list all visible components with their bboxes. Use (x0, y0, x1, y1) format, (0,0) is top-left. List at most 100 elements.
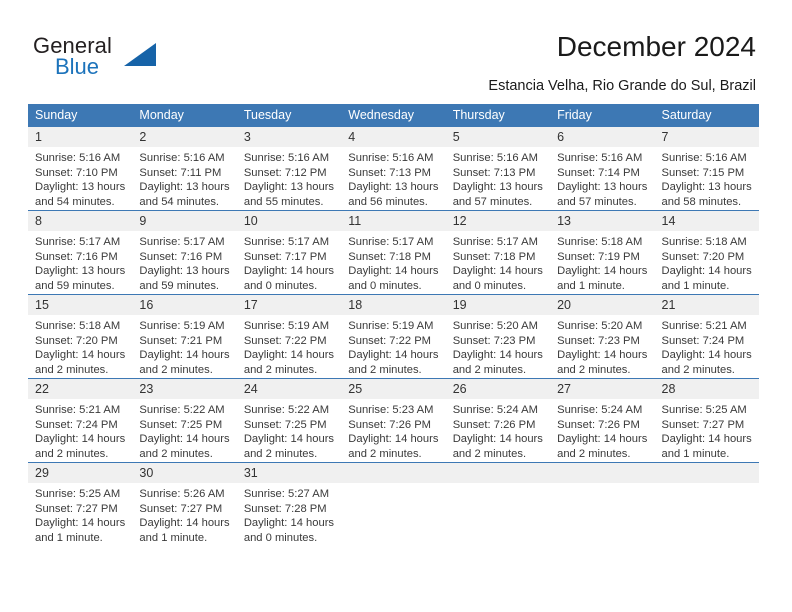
daylight-text-line2: and 57 minutes. (452, 195, 533, 208)
triangle-flag-icon (124, 43, 156, 66)
sunrise-text: Sunrise: 5:16 AM (348, 152, 434, 164)
daylight-text-line1: Daylight: 14 hours (139, 517, 230, 530)
calendar-day-cell[interactable]: 2 Sunrise: 5:16 AM Sunset: 7:11 PM Daylight… (132, 127, 237, 211)
daylight-text-line2: and 2 minutes. (243, 363, 318, 376)
calendar-day-cell[interactable]: 5 Sunrise: 5:16 AM Sunset: 7:13 PM Daylight… (445, 127, 551, 211)
daylight-text-line2: and 2 minutes. (139, 447, 213, 460)
daylight-text-line2: and 54 minutes. (35, 195, 115, 208)
sunset-text: Sunset: 7:26 PM (452, 418, 536, 431)
calendar-day-cell[interactable]: 11 Sunrise: 5:17 AM Sunset: 7:18 PM Dayligh… (341, 210, 446, 295)
calendar-day-cell[interactable]: 13 Sunrise: 5:18 AM Sunset: 7:19 PM Dayligh… (550, 210, 655, 295)
daylight-text-line1: Daylight: 13 hours (557, 181, 648, 194)
daylight-text-line1: Daylight: 14 hours (348, 265, 439, 278)
calendar-day-cell[interactable]: 1 Sunrise: 5:16 AM Sunset: 7:10 PM Daylight… (28, 127, 133, 211)
calendar-day-cell[interactable]: 8 Sunrise: 5:17 AM Sunset: 7:16 PM Daylight… (28, 210, 133, 295)
calendar-day-cell[interactable]: 30 Sunrise: 5:26 AM Sunset: 7:27 PM Dayligh… (132, 462, 237, 546)
daylight-text-line1: Daylight: 14 hours (348, 349, 439, 362)
daylight-text-line1: Daylight: 14 hours (139, 349, 230, 362)
day-number: 26 (452, 382, 467, 396)
calendar-day-cell[interactable]: 12 Sunrise: 5:17 AM Sunset: 7:18 PM Dayligh… (445, 210, 551, 295)
sunset-text: Sunset: 7:26 PM (348, 418, 431, 431)
calendar-day-cell[interactable]: 14 Sunrise: 5:18 AM Sunset: 7:20 PM Dayligh… (654, 210, 759, 295)
sunrise-text: Sunrise: 5:21 AM (661, 320, 747, 332)
calendar-day-cell[interactable]: 22 Sunrise: 5:21 AM Sunset: 7:24 PM Dayligh… (28, 378, 133, 463)
daylight-text-line2: and 2 minutes. (557, 447, 631, 460)
brand-logo[interactable]: General Blue (33, 33, 233, 85)
daylight-text-line1: Daylight: 13 hours (243, 181, 335, 194)
sunrise-text: Sunrise: 5:18 AM (557, 236, 643, 248)
calendar-day-cell[interactable]: 28 Sunrise: 5:25 AM Sunset: 7:27 PM Dayligh… (654, 378, 759, 463)
day-number: 27 (557, 382, 572, 396)
calendar-day-cell[interactable]: 24 Sunrise: 5:22 AM Sunset: 7:25 PM Dayligh… (236, 378, 342, 463)
calendar-day-cell[interactable]: 19 Sunrise: 5:20 AM Sunset: 7:23 PM Dayligh… (445, 294, 551, 379)
calendar-day-cell[interactable]: 20 Sunrise: 5:20 AM Sunset: 7:23 PM Dayligh… (550, 294, 655, 379)
calendar-day-cell[interactable]: 27 Sunrise: 5:24 AM Sunset: 7:26 PM Dayligh… (550, 378, 655, 463)
daylight-text-line2: and 1 minute. (661, 447, 730, 460)
sunrise-text: Sunrise: 5:19 AM (139, 320, 225, 332)
sunset-text: Sunset: 7:23 PM (452, 334, 536, 347)
day-number: 12 (452, 214, 467, 228)
calendar-day-cell[interactable]: 18 Sunrise: 5:19 AM Sunset: 7:22 PM Dayligh… (341, 294, 446, 379)
sunset-text: Sunset: 7:13 PM (348, 166, 431, 179)
sunrise-sunset-calendar: Sunday Monday Tuesday Wednesday Thursday… (28, 104, 759, 546)
calendar-day-cell[interactable]: 23 Sunrise: 5:22 AM Sunset: 7:25 PM Dayligh… (132, 378, 237, 463)
daylight-text-line1: Daylight: 13 hours (452, 181, 543, 194)
sunrise-text: Sunrise: 5:16 AM (35, 152, 121, 164)
daylight-text-line1: Daylight: 14 hours (661, 433, 752, 446)
calendar-day-cell[interactable]: 3 Sunrise: 5:16 AM Sunset: 7:12 PM Daylight… (236, 127, 342, 211)
daylight-text-line2: and 2 minutes. (243, 447, 318, 460)
calendar-week-row: 29 Sunrise: 5:25 AM Sunset: 7:27 PM Dayligh… (28, 462, 759, 546)
daylight-text-line2: and 2 minutes. (139, 363, 213, 376)
calendar-day-cell[interactable]: 29 Sunrise: 5:25 AM Sunset: 7:27 PM Dayligh… (28, 462, 133, 546)
sunrise-text: Sunrise: 5:19 AM (243, 320, 330, 332)
calendar-day-cell[interactable]: 4 Sunrise: 5:16 AM Sunset: 7:13 PM Daylight… (341, 127, 446, 211)
daylight-text-line1: Daylight: 14 hours (35, 433, 126, 446)
daylight-text-line2: and 2 minutes. (348, 447, 422, 460)
day-number: 19 (452, 298, 467, 312)
calendar-day-cell[interactable]: 25 Sunrise: 5:23 AM Sunset: 7:26 PM Dayligh… (341, 378, 446, 463)
sunset-text: Sunset: 7:18 PM (452, 250, 536, 263)
calendar-day-cell[interactable]: 6 Sunrise: 5:16 AM Sunset: 7:14 PM Daylight… (550, 127, 655, 211)
calendar-day-cell[interactable]: 9 Sunrise: 5:17 AM Sunset: 7:16 PM Daylight… (132, 210, 237, 295)
daylight-text-line1: Daylight: 14 hours (35, 517, 126, 530)
daylight-text-line1: Daylight: 14 hours (557, 349, 648, 362)
page-subtitle-location: Estancia Velha, Rio Grande do Sul, Brazi… (488, 78, 756, 94)
calendar-day-cell[interactable]: 7 Sunrise: 5:16 AM Sunset: 7:15 PM Daylight… (654, 127, 759, 211)
weekday-header-tuesday: Tuesday (236, 104, 342, 127)
daylight-text-line1: Daylight: 14 hours (243, 349, 335, 362)
daylight-text-line2: and 0 minutes. (348, 279, 422, 292)
daylight-text-line1: Daylight: 14 hours (557, 433, 648, 446)
sunrise-text: Sunrise: 5:16 AM (557, 152, 643, 164)
calendar-day-cell[interactable]: 17 Sunrise: 5:19 AM Sunset: 7:22 PM Dayligh… (236, 294, 342, 379)
sunset-text: Sunset: 7:20 PM (661, 250, 745, 263)
daylight-text-line1: Daylight: 14 hours (243, 433, 335, 446)
calendar-day-cell[interactable]: 10 Sunrise: 5:17 AM Sunset: 7:17 PM Dayligh… (236, 210, 342, 295)
sunrise-text: Sunrise: 5:16 AM (139, 152, 225, 164)
calendar-day-cell[interactable]: 31 Sunrise: 5:27 AM Sunset: 7:28 PM Dayligh… (236, 462, 342, 546)
daylight-text-line1: Daylight: 14 hours (243, 265, 335, 278)
daylight-text-line2: and 1 minute. (35, 531, 103, 544)
sunrise-text: Sunrise: 5:18 AM (661, 236, 747, 248)
calendar-day-cell[interactable]: 26 Sunrise: 5:24 AM Sunset: 7:26 PM Dayligh… (445, 378, 551, 463)
daylight-text-line1: Daylight: 14 hours (348, 433, 439, 446)
daylight-text-line1: Daylight: 14 hours (243, 517, 335, 530)
calendar-week-row: 1 Sunrise: 5:16 AM Sunset: 7:10 PM Daylight… (28, 127, 759, 211)
day-number: 7 (661, 130, 669, 144)
daylight-text-line2: and 1 minute. (139, 531, 208, 544)
sunrise-text: Sunrise: 5:24 AM (452, 404, 538, 416)
sunrise-text: Sunrise: 5:24 AM (557, 404, 643, 416)
sunset-text: Sunset: 7:13 PM (452, 166, 536, 179)
calendar-day-cell[interactable]: 16 Sunrise: 5:19 AM Sunset: 7:21 PM Dayligh… (132, 294, 237, 379)
calendar-day-cell[interactable]: 21 Sunrise: 5:21 AM Sunset: 7:24 PM Dayligh… (654, 294, 759, 379)
sunset-text: Sunset: 7:19 PM (557, 250, 640, 263)
daylight-text-line1: Daylight: 13 hours (35, 181, 126, 194)
calendar-day-cell[interactable]: 15 Sunrise: 5:18 AM Sunset: 7:20 PM Dayligh… (28, 294, 133, 379)
sunset-text: Sunset: 7:28 PM (243, 502, 327, 515)
sunset-text: Sunset: 7:24 PM (661, 334, 745, 347)
sunrise-text: Sunrise: 5:17 AM (452, 236, 538, 248)
sunrise-text: Sunrise: 5:16 AM (661, 152, 747, 164)
sunrise-text: Sunrise: 5:27 AM (243, 488, 330, 500)
sunset-text: Sunset: 7:15 PM (661, 166, 745, 179)
calendar-day-cell-empty (654, 462, 759, 546)
day-number: 8 (35, 214, 42, 228)
